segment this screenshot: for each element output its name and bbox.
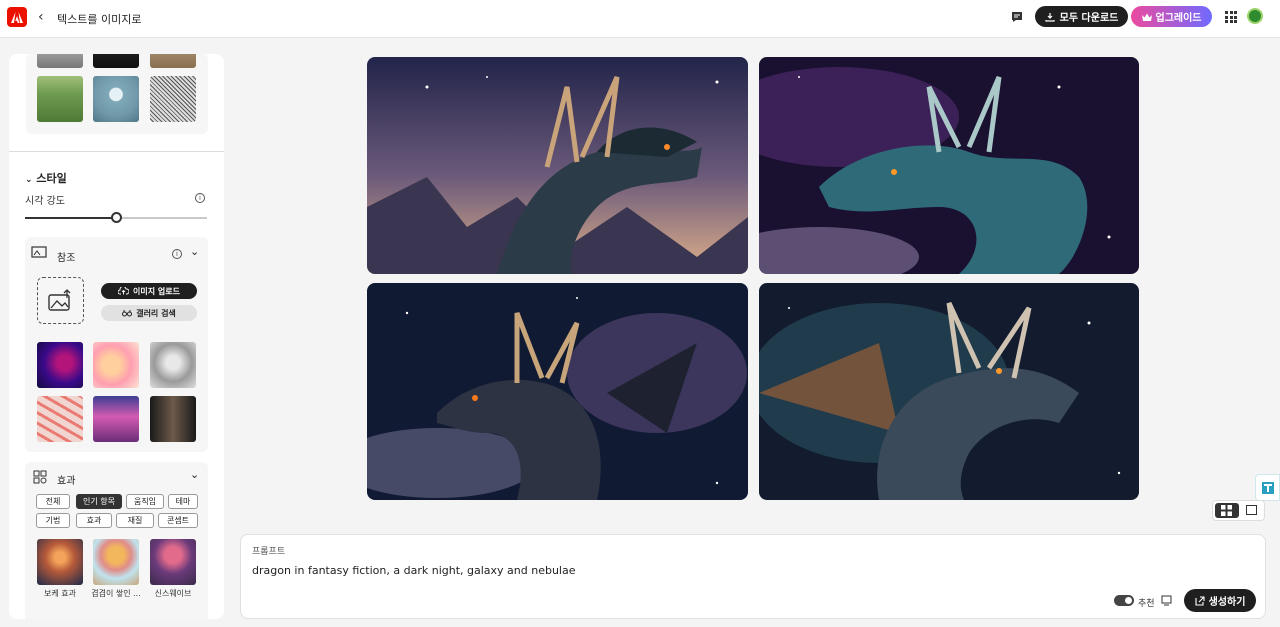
- generate-button[interactable]: 생성하기: [1184, 589, 1256, 612]
- chevron-down-icon[interactable]: ⌄: [190, 468, 199, 481]
- style-thumb[interactable]: [37, 54, 83, 68]
- style-thumb[interactable]: [93, 54, 139, 68]
- user-avatar[interactable]: [1247, 8, 1263, 24]
- upload-image-button[interactable]: 이미지 업로드: [101, 283, 197, 299]
- generated-image-1[interactable]: [367, 57, 748, 274]
- effect-label: 보케 효과: [44, 589, 76, 598]
- generated-image-4[interactable]: [759, 283, 1139, 500]
- slider-handle[interactable]: [111, 212, 122, 223]
- style-thumb[interactable]: [150, 76, 196, 122]
- upload-image-label: 이미지 업로드: [133, 286, 180, 296]
- reference-thumb[interactable]: [150, 342, 196, 388]
- recommend-label: 추천: [1138, 599, 1155, 609]
- reference-title: 참조: [57, 253, 76, 264]
- filter-chip-all[interactable]: 전체: [36, 494, 70, 509]
- style-section-toggle[interactable]: ⌄ 스타일: [25, 170, 67, 186]
- effects-panel: 효과 ⌄ 전체 인기 항목 움직임 테마 기법 효과 재질 콘셉트 보케 효과 …: [25, 462, 208, 619]
- filter-chip-technique[interactable]: 기법: [36, 513, 70, 528]
- generated-image-2[interactable]: [759, 57, 1139, 274]
- settings-sidebar: ⌄ 스타일 시각 강도 i 참조 i ⌄ 이미지 업로드 갤러리 검색 효과 ⌄…: [9, 54, 224, 619]
- divider: [9, 151, 224, 152]
- app-header: ‹ 텍스트를 이미지로 모두 다운로드 업그레이드: [0, 0, 1280, 38]
- reference-upload-area[interactable]: [37, 277, 84, 324]
- effect-thumb-synthwave[interactable]: [150, 539, 196, 585]
- crown-icon: [1141, 13, 1152, 21]
- image-upload-icon: [47, 288, 70, 311]
- adobe-logo-icon[interactable]: [7, 7, 27, 27]
- effect-label: 신스웨이브: [154, 589, 192, 598]
- generated-image-3[interactable]: [367, 283, 748, 500]
- recommend-toggle[interactable]: [1114, 595, 1134, 606]
- info-icon[interactable]: i: [195, 193, 205, 203]
- gallery-search-label: 갤러리 검색: [136, 308, 176, 318]
- filter-chip-material[interactable]: 재질: [116, 513, 154, 528]
- text-format-icon: [1261, 481, 1274, 494]
- gallery-search-button[interactable]: 갤러리 검색: [101, 305, 197, 321]
- download-all-label: 모두 다운로드: [1059, 13, 1119, 24]
- style-thumbnails: [26, 54, 208, 134]
- slider-fill: [25, 217, 115, 219]
- filter-chip-motion[interactable]: 움직임: [126, 494, 164, 509]
- style-thumb[interactable]: [93, 76, 139, 122]
- reference-thumb[interactable]: [150, 396, 196, 442]
- filter-chip-effect[interactable]: 효과: [76, 513, 112, 528]
- generate-label: 생성하기: [1208, 597, 1246, 608]
- effect-label: 겹겹이 쌓인 ...: [91, 589, 141, 598]
- back-arrow-icon[interactable]: ‹: [38, 9, 44, 25]
- info-icon[interactable]: i: [172, 249, 182, 259]
- effect-thumb-layered[interactable]: [93, 539, 139, 585]
- prompt-input[interactable]: dragon in fantasy fiction, a dark night,…: [252, 564, 576, 577]
- chevron-down-icon[interactable]: ⌄: [190, 245, 199, 258]
- style-section-title: 스타일: [36, 172, 67, 185]
- page-title: 텍스트를 이미지로: [57, 13, 142, 26]
- recommend-icon[interactable]: [1161, 595, 1172, 606]
- reference-thumb[interactable]: [37, 396, 83, 442]
- reference-thumb[interactable]: [93, 396, 139, 442]
- single-view-button[interactable]: [1246, 505, 1257, 515]
- reference-panel: 참조 i ⌄ 이미지 업로드 갤러리 검색: [25, 237, 208, 452]
- generate-icon: [1195, 595, 1205, 606]
- chevron-down-icon: ⌄: [25, 175, 33, 185]
- cloud-upload-icon: [118, 287, 130, 295]
- visual-intensity-label: 시각 강도: [25, 196, 65, 207]
- prompt-panel: 프롬프트 dragon in fantasy fiction, a dark n…: [240, 534, 1266, 619]
- feedback-icon[interactable]: [1010, 10, 1024, 24]
- filter-chip-theme[interactable]: 테마: [168, 494, 198, 509]
- style-thumb[interactable]: [37, 76, 83, 122]
- reference-thumb[interactable]: [93, 342, 139, 388]
- prompt-label: 프롬프트: [252, 547, 286, 557]
- effect-thumb-bokeh[interactable]: [37, 539, 83, 585]
- effects-title: 효과: [57, 476, 76, 487]
- upgrade-button[interactable]: 업그레이드: [1131, 6, 1212, 27]
- view-mode-toggle: [1212, 500, 1265, 521]
- filter-chip-popular[interactable]: 인기 항목: [76, 494, 122, 509]
- style-thumb[interactable]: [150, 54, 196, 68]
- grid-icon: [1221, 505, 1232, 516]
- binoculars-icon: [122, 310, 133, 317]
- apps-grid-icon[interactable]: [1225, 11, 1237, 23]
- reference-thumb[interactable]: [37, 342, 83, 388]
- grid-view-button[interactable]: [1215, 503, 1239, 518]
- effects-icon: [33, 470, 47, 484]
- download-all-button[interactable]: 모두 다운로드: [1035, 6, 1128, 27]
- reference-icon: [31, 246, 47, 258]
- download-icon: [1045, 12, 1055, 22]
- side-panel-widget[interactable]: [1255, 474, 1280, 501]
- upgrade-label: 업그레이드: [1155, 13, 1202, 24]
- filter-chip-concept[interactable]: 콘셉트: [158, 513, 198, 528]
